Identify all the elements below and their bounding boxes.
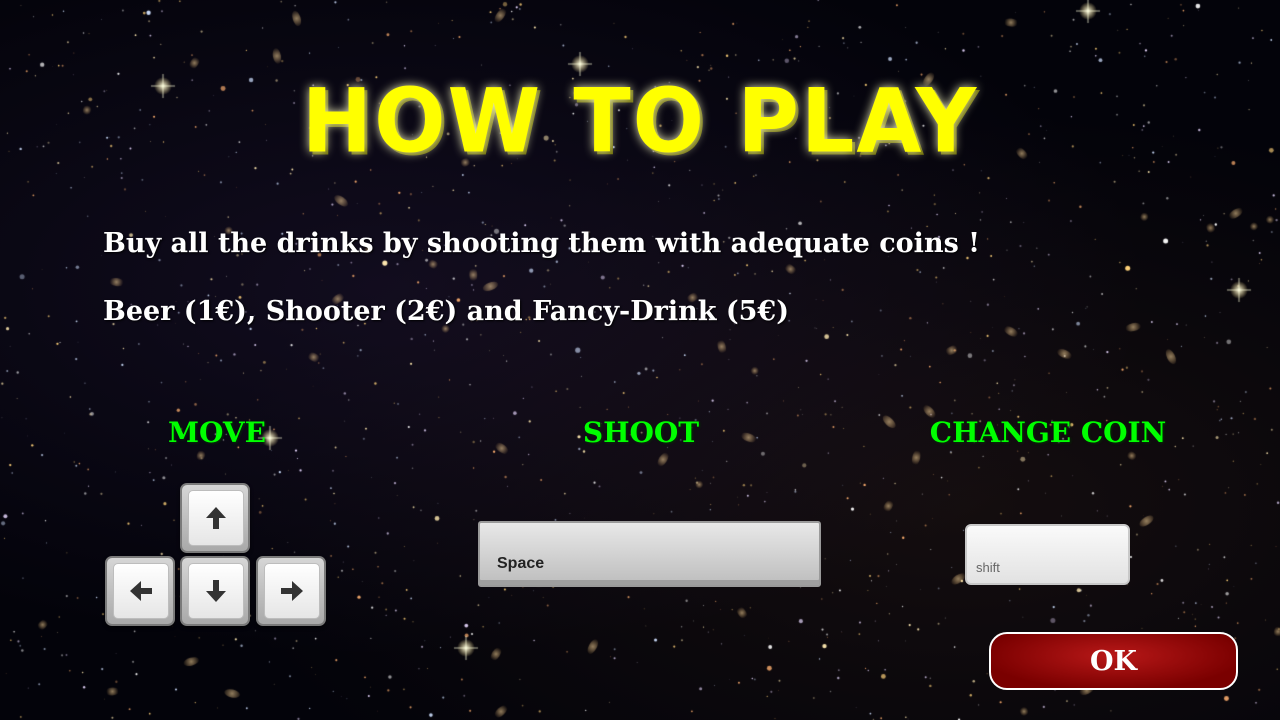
key-face: [113, 563, 169, 619]
instruction-goal: Buy all the drinks by shooting them with…: [103, 228, 981, 259]
key-face: [188, 490, 244, 546]
down-arrow-key: [180, 556, 250, 626]
space-key-label: Space: [497, 555, 545, 572]
ok-button[interactable]: OK: [989, 632, 1238, 690]
left-arrow-icon: [130, 581, 152, 601]
down-arrow-icon: [206, 580, 226, 602]
how-to-play-screen: HOW TO PLAY Buy all the drinks by shooti…: [0, 0, 1280, 720]
page-title: HOW TO PLAY: [301, 69, 979, 173]
left-arrow-key: [105, 556, 175, 626]
right-arrow-icon: [281, 581, 303, 601]
ok-button-label: OK: [1090, 645, 1137, 677]
change-coin-label: CHANGE COIN: [929, 416, 1167, 449]
space-key: Space: [478, 521, 821, 587]
move-label: MOVE: [168, 416, 266, 449]
key-face: [264, 563, 320, 619]
key-face: [188, 563, 244, 619]
shift-key-label: shift: [976, 560, 1000, 575]
up-arrow-icon: [206, 507, 226, 529]
right-arrow-key: [256, 556, 326, 626]
instruction-prices: Beer (1€), Shooter (2€) and Fancy-Drink …: [103, 296, 789, 327]
shoot-label: SHOOT: [582, 416, 700, 449]
shift-key: shift: [965, 524, 1130, 585]
up-arrow-key: [180, 483, 250, 553]
